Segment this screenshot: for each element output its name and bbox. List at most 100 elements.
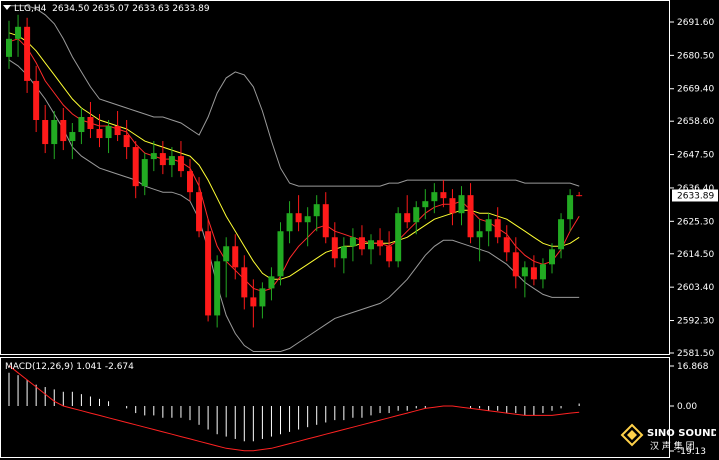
candle-body: [105, 126, 112, 139]
candle-body: [232, 246, 239, 268]
candle-body: [558, 219, 565, 250]
candle-body: [196, 192, 203, 232]
candle-body: [259, 288, 266, 307]
price-tick-label: 2614.50: [677, 250, 714, 260]
candle-body: [250, 297, 257, 307]
macd-signal-value: -2.674: [104, 362, 134, 372]
candle-body: [567, 195, 574, 220]
candle-body: [177, 156, 184, 172]
candle-body: [150, 153, 157, 160]
symbol-label: LLG,H4: [14, 4, 47, 14]
candle-body: [440, 192, 447, 199]
candle-body: [530, 267, 537, 280]
close-value: 2633.89: [172, 4, 210, 14]
candle-body: [539, 264, 546, 280]
candle-body: [485, 219, 492, 232]
bollinger-upper-line: [9, 5, 580, 187]
candle-body: [340, 246, 347, 259]
candle-body: [159, 153, 166, 166]
candle-body: [33, 80, 40, 121]
macd-tick-label: 16.868: [677, 362, 709, 372]
candle-body: [349, 237, 356, 247]
candle-body: [431, 192, 438, 202]
candle-body: [449, 198, 456, 214]
price-tick-label: 2603.40: [677, 283, 714, 293]
candle-body: [521, 267, 528, 277]
price-tick-label: 2592.30: [677, 317, 714, 327]
candle-body: [476, 231, 483, 238]
price-tick-label: 2625.30: [677, 217, 714, 227]
candle-body: [368, 240, 374, 250]
candle-body: [503, 237, 510, 253]
price-tick-label: 2669.40: [677, 85, 714, 95]
candle-body: [69, 132, 76, 142]
brand-name: SINO SOUND: [647, 428, 716, 439]
candle-body: [395, 213, 402, 262]
candle-body: [386, 246, 393, 262]
ma-slow-line: [8, 32, 580, 280]
candle-body: [60, 120, 67, 142]
current-price-label: 2633.89: [677, 192, 714, 202]
candle-body: [51, 120, 58, 145]
open-value: 2634.50: [52, 4, 90, 14]
bollinger-lower-line: [8, 59, 580, 352]
macd-signal-line: [8, 365, 580, 452]
candle-body: [15, 26, 22, 39]
candle-body: [132, 147, 139, 187]
candle-body: [42, 120, 49, 145]
price-tick-label: 2680.50: [677, 51, 714, 61]
candle-body: [313, 204, 320, 217]
candle-body: [96, 129, 103, 139]
triangle-down-icon[interactable]: [3, 5, 11, 10]
candlesticks: [6, 14, 583, 328]
sino-sound-diamond-logo: SINO SOUND 汉 声 集 团: [620, 416, 719, 458]
high-value: 2635.07: [92, 4, 130, 14]
candle-body: [512, 252, 519, 277]
candle-body: [576, 195, 583, 197]
candle-body: [377, 240, 384, 247]
candle-body: [494, 219, 501, 238]
candle-body: [24, 26, 31, 81]
candle-body: [413, 207, 420, 223]
candle-body: [223, 246, 230, 262]
candle-body: [467, 195, 474, 238]
candle-body: [322, 204, 329, 238]
candle-body: [304, 216, 311, 223]
candle-body: [549, 249, 555, 265]
price-tick-label: 2691.60: [677, 18, 714, 28]
current-price-marker: 2633.89: [672, 189, 718, 202]
candle-body: [214, 261, 221, 316]
candle-body: [295, 213, 302, 223]
candle-body: [331, 237, 338, 259]
candle-body: [404, 213, 411, 223]
candle-body: [277, 231, 284, 277]
moving-averages: [8, 32, 580, 292]
trading-chart-window: 2691.60 2680.50 2669.40 2658.60 2647.50 2636.…: [0, 0, 719, 460]
price-panel-frame: [0, 0, 670, 355]
macd-label: MACD(12,26,9): [5, 362, 74, 372]
candle-body: [141, 159, 148, 187]
candle-body: [286, 213, 293, 232]
chart-canvas[interactable]: 2691.602680.502669.402658.602647.502636.…: [0, 0, 719, 460]
candle-body: [87, 117, 94, 130]
price-axis: 2691.602680.502669.402658.602647.502636.…: [669, 18, 714, 359]
candle-body: [458, 195, 465, 214]
macd-header: MACD(12,26,9) 1.041 -2.674: [5, 362, 134, 372]
candle-body: [422, 201, 429, 208]
price-tick-label: 2658.60: [677, 117, 714, 127]
macd-tick-label: 0.00: [677, 402, 697, 412]
brand-subtitle: 汉 声 集 团: [650, 440, 695, 452]
candle-body: [6, 38, 12, 57]
candle-body: [241, 267, 248, 298]
candle-body: [187, 171, 193, 193]
price-tick-label: 2647.50: [677, 151, 714, 161]
candle-body: [123, 135, 130, 148]
candle-body: [168, 156, 175, 166]
chart-header: LLG,H4 2634.50 2635.07 2633.63 2633.89: [3, 4, 210, 14]
low-value: 2633.63: [132, 4, 170, 14]
candle-body: [205, 231, 212, 316]
candle-body: [358, 237, 365, 250]
bollinger-bands: [8, 5, 580, 352]
macd-indicator: [8, 365, 580, 452]
candle-body: [268, 276, 275, 289]
